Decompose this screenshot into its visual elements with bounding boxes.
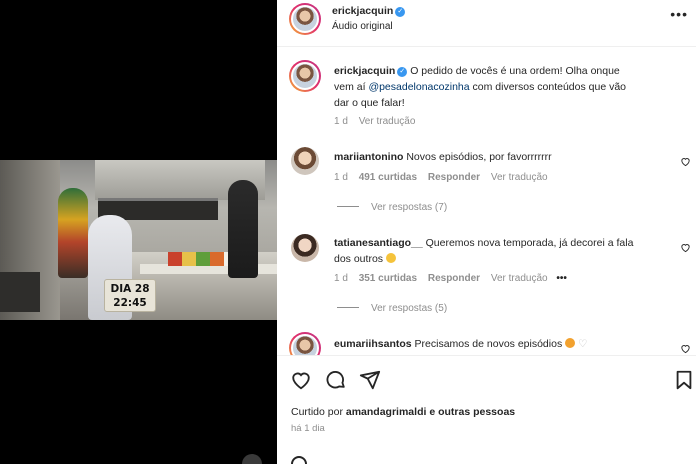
- comment-avatar[interactable]: [291, 234, 319, 262]
- post-actions: Curtido por amandagrimaldi e outras pess…: [277, 355, 696, 464]
- comment-1: mariiantonino Novos episódios, por favor…: [334, 151, 552, 163]
- comment-text: Precisamos de novos episódios: [414, 338, 563, 350]
- liked-by: Curtido por amandagrimaldi e outras pess…: [291, 406, 515, 418]
- view-replies-2[interactable]: Ver respostas (5): [337, 303, 447, 314]
- reply-button[interactable]: Responder: [428, 172, 480, 183]
- caption-line-1: erickjacquin ✓ O pedido de vocês é una or…: [334, 65, 620, 77]
- comment-likes[interactable]: 351 curtidas: [359, 273, 417, 284]
- header-username-row: erickjacquin ✓: [332, 5, 406, 17]
- author-avatar[interactable]: [289, 3, 321, 35]
- replies-divider: [337, 206, 359, 207]
- comment-text: Novos episódios, por favorrrrrrr: [406, 151, 552, 163]
- bookmark-icon[interactable]: [673, 369, 695, 391]
- more-options-icon[interactable]: •••: [670, 6, 688, 22]
- comment-username[interactable]: tatianesantiago__: [334, 237, 423, 249]
- caption-time: 1 d: [334, 116, 348, 127]
- caption-text-3: dar o que falar!: [334, 97, 405, 109]
- caption-text-2a: vem aí: [334, 81, 366, 93]
- person-chef: [58, 188, 88, 278]
- comment-2-line-2: dos outros: [334, 253, 396, 265]
- comment-time: 1 d: [334, 273, 348, 284]
- mute-button[interactable]: [242, 454, 262, 464]
- comment-3: eumariihsantos Precisamos de novos episó…: [334, 338, 587, 350]
- header-username[interactable]: erickjacquin: [332, 5, 393, 17]
- heart-icon[interactable]: [680, 242, 691, 253]
- comment-text-2: dos outros: [334, 253, 384, 265]
- comment-2-meta: 1 d 351 curtidas Responder Ver tradução …: [334, 273, 567, 284]
- view-replies-label[interactable]: Ver respostas (7): [371, 202, 447, 213]
- caption-translate-link[interactable]: Ver tradução: [359, 116, 416, 127]
- caption-username[interactable]: erickjacquin: [334, 65, 395, 77]
- post-panel: erickjacquin ✓ Áudio original ••• erickja…: [277, 0, 696, 464]
- caption-text-1: O pedido de vocês é una ordem! Olha onqu…: [410, 65, 620, 77]
- comment-username[interactable]: mariiantonino: [334, 151, 403, 163]
- mention-link[interactable]: @pesadelonacozinha: [368, 81, 469, 93]
- view-replies-label[interactable]: Ver respostas (5): [371, 303, 447, 314]
- pleading-emoji-icon: [565, 338, 576, 348]
- comment-1-meta: 1 d 491 curtidas Responder Ver tradução: [334, 172, 548, 183]
- liked-by-suffix[interactable]: e outras pessoas: [429, 406, 515, 418]
- person-staff: [228, 180, 258, 278]
- video-timestamp: DIA 28 22:45: [104, 279, 156, 312]
- view-replies-1[interactable]: Ver respostas (7): [337, 202, 447, 213]
- laughing-emoji-icon: [385, 253, 396, 263]
- comment-time: 1 d: [334, 172, 348, 183]
- caption-text-2b: com diversos conteúdos que vão: [472, 81, 627, 93]
- post-time[interactable]: há 1 dia: [291, 423, 325, 434]
- comment-2-line-1: tatianesantiago__ Queremos nova temporad…: [334, 237, 633, 249]
- emoji-picker-icon[interactable]: [291, 456, 307, 464]
- comment-avatar[interactable]: [291, 147, 319, 175]
- comment-more-icon[interactable]: •••: [556, 273, 567, 284]
- reply-button[interactable]: Responder: [428, 273, 480, 284]
- timestamp-time: 22:45: [113, 297, 147, 309]
- comment-likes[interactable]: 491 curtidas: [359, 172, 417, 183]
- replies-divider: [337, 307, 359, 308]
- translate-link[interactable]: Ver tradução: [491, 273, 548, 284]
- heart-icon[interactable]: [290, 369, 312, 391]
- video-frame[interactable]: DIA 28 22:45: [0, 160, 277, 320]
- verified-badge-icon: ✓: [395, 7, 406, 17]
- post-header: erickjacquin ✓ Áudio original •••: [277, 0, 696, 47]
- liked-by-user[interactable]: amandagrimaldi: [346, 406, 427, 418]
- white-heart-icon: ♡: [578, 338, 588, 350]
- video-panel[interactable]: DIA 28 22:45: [0, 0, 277, 464]
- caption-avatar[interactable]: [289, 60, 321, 92]
- caption-meta: 1 d Ver tradução: [334, 116, 415, 127]
- heart-icon[interactable]: [680, 156, 691, 167]
- comment-icon[interactable]: [325, 369, 347, 391]
- share-icon[interactable]: [359, 369, 381, 391]
- heart-icon[interactable]: [680, 343, 691, 354]
- verified-badge-icon: ✓: [397, 67, 408, 77]
- comment-text: Queremos nova temporada, já decorei a fa…: [425, 237, 634, 249]
- cart: [0, 272, 40, 312]
- caption-line-2: vem aí @pesadelonacozinha com diversos c…: [334, 81, 626, 93]
- liked-by-prefix: Curtido por: [291, 406, 343, 418]
- comment-username[interactable]: eumariihsantos: [334, 338, 412, 350]
- translate-link[interactable]: Ver tradução: [491, 172, 548, 183]
- timestamp-day: DIA 28: [110, 283, 150, 295]
- audio-label[interactable]: Áudio original: [332, 21, 393, 32]
